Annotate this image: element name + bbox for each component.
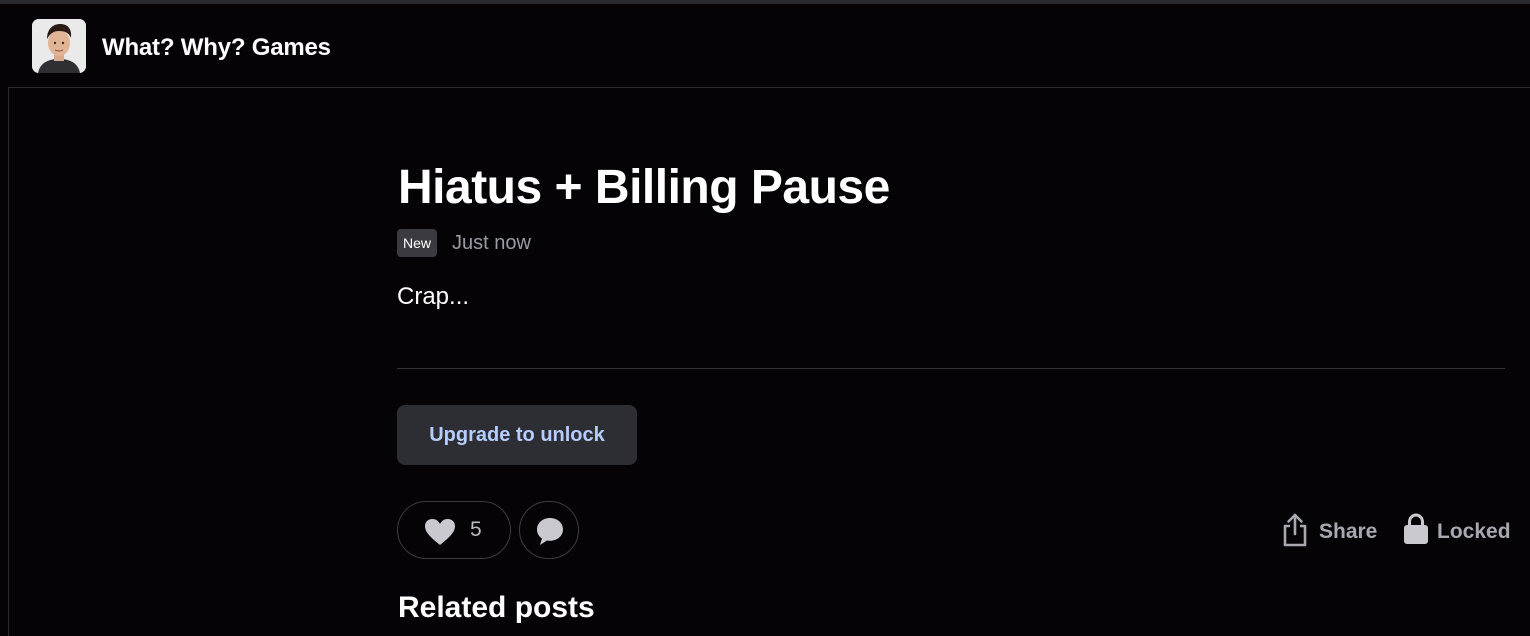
locked-label: Locked (1437, 520, 1511, 543)
related-posts-heading: Related posts (398, 591, 595, 624)
comment-button[interactable] (519, 501, 579, 559)
share-icon (1282, 513, 1308, 547)
divider (397, 368, 1505, 369)
heart-icon (424, 518, 456, 546)
post-title: Hiatus + Billing Pause (398, 161, 890, 214)
creator-header: What? Why? Games (8, 4, 1530, 88)
new-badge: New (397, 229, 438, 257)
like-count: 5 (470, 518, 482, 541)
post-teaser: Crap... (397, 283, 470, 310)
sidebar-divider (8, 88, 9, 636)
comment-icon (534, 515, 566, 547)
avatar-image (32, 19, 86, 73)
post-timestamp: Just now (452, 232, 531, 254)
post-content: Hiatus + Billing Pause New Just now Crap… (397, 88, 1511, 636)
upgrade-to-unlock-button[interactable]: Upgrade to unlock (397, 405, 637, 465)
like-button[interactable]: 5 (397, 501, 511, 559)
share-label: Share (1319, 520, 1378, 543)
creator-name[interactable]: What? Why? Games (102, 34, 331, 62)
lock-icon (1403, 513, 1429, 545)
creator-avatar[interactable] (32, 19, 86, 73)
